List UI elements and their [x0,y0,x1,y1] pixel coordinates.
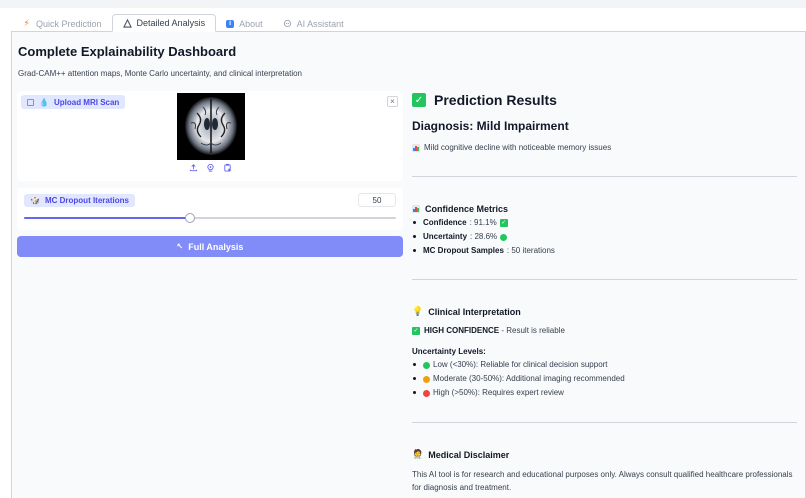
confidence-metrics-heading: Confidence Metrics [412,204,508,214]
divider [412,176,797,177]
full-analysis-label: Full Analysis [188,241,244,252]
yellow-circle-icon [423,375,430,383]
tab-label: AI Assistant [296,18,344,29]
tab-label: Detailed Analysis [136,18,206,28]
metric-key: MC Dropout Samples [423,246,504,255]
dice-icon: 🎲 [30,196,40,205]
iterations-slider-track[interactable] [24,213,396,223]
bar-chart-icon [412,205,420,213]
level-text: Moderate (30-50%): Additional imaging re… [433,374,625,383]
list-item: Confidence: 91.1% ✓ [412,216,555,230]
diagnosis-description-text: Mild cognitive decline with noticeable m… [424,143,612,152]
clinical-title: Clinical Interpretation [428,306,521,317]
red-circle-icon [423,389,430,397]
level-text: High (>50%): Requires expert review [433,388,564,397]
clinical-interpretation-heading: 💡 Clinical Interpretation [412,306,521,317]
high-confidence-key: HIGH CONFIDENCE [424,326,500,335]
diagnosis-heading: Diagnosis: Mild Impairment [412,119,569,133]
upload-icon[interactable] [189,163,198,172]
results-title: ✓ Prediction Results [412,92,557,108]
tab-ai-assistant[interactable]: AI Assistant [273,15,354,32]
list-item: High (>50%): Requires expert review [412,386,625,400]
mc-dropout-slider-block: 🎲 MC Dropout Iterations 50 [17,188,403,230]
upload-label: 💧 Upload MRI Scan [21,95,126,109]
metrics-list: Confidence: 91.1% ✓ Uncertainty: 28.6% M… [412,216,555,258]
check-icon: ✓ [499,219,508,227]
doctor-icon: 🧑‍⚕️ [412,449,424,459]
tab-label: Quick Prediction [36,18,102,29]
webcam-icon[interactable] [206,163,215,172]
slider-label: 🎲 MC Dropout Iterations [24,194,135,207]
tab-quick-prediction[interactable]: ⚡ Quick Prediction [12,15,112,32]
level-text: Low (<30%): Reliable for clinical decisi… [433,360,608,369]
image-icon [27,98,34,106]
green-circle-icon [423,361,430,369]
slider-fill [24,217,190,219]
bar-chart-icon [412,143,420,152]
mri-scan-image [177,93,245,160]
lightbulb-icon: 💡 [412,306,424,316]
check-icon: ✓ [412,93,426,107]
divider [412,422,797,423]
disclaimer-text: This AI tool is for research and educati… [412,470,793,492]
slider-thumb[interactable] [184,213,195,223]
list-item: Moderate (30-50%): Additional imaging re… [412,372,625,386]
tab-bar: ⚡ Quick Prediction Detailed Analysis i A… [12,14,354,32]
list-item: Uncertainty: 28.6% [412,230,555,244]
metric-value: : 28.6% [470,232,498,241]
bot-icon [283,19,292,28]
upload-label-text: Upload MRI Scan [53,97,120,107]
full-analysis-button[interactable]: ↖ Full Analysis [17,236,403,257]
list-item: Low (<30%): Reliable for clinical decisi… [412,358,625,372]
metric-value: : 50 iterations [506,246,555,255]
tab-about[interactable]: i About [216,15,273,32]
tab-detailed-analysis[interactable]: Detailed Analysis [111,14,217,32]
green-circle-icon [500,233,508,241]
diagnosis-description: Mild cognitive decline with noticeable m… [412,143,611,152]
confidence-metrics-title: Confidence Metrics [425,204,509,214]
results-title-text: Prediction Results [434,92,557,108]
drop-icon: 💧 [39,97,49,107]
uncertainty-levels-heading: Uncertainty Levels: [412,347,486,356]
high-confidence-text: - Result is reliable [499,326,565,335]
check-icon: ✓ [412,326,420,335]
page-subtitle: Grad-CAM++ attention maps, Monte Carlo u… [18,69,302,78]
list-item: MC Dropout Samples: 50 iterations [412,244,555,258]
medical-disclaimer-heading: 🧑‍⚕️ Medical Disclaimer [412,449,509,460]
info-icon: i [226,19,235,28]
uncertainty-levels-title: Uncertainty Levels: [412,347,486,356]
page-title: Complete Explainability Dashboard [18,44,237,59]
disclaimer-title: Medical Disclaimer [428,449,510,460]
metric-key: Confidence [423,218,467,227]
clear-image-button[interactable]: × [387,96,398,107]
top-strip [0,0,806,8]
slider-label-text: MC Dropout Iterations [44,196,129,205]
metric-value: : 91.1% [469,218,497,227]
iterations-number-input[interactable]: 50 [358,193,396,207]
upload-actions [189,163,232,172]
uncertainty-levels-list: Low (<30%): Reliable for clinical decisi… [412,358,625,400]
tab-label: About [239,18,263,29]
mri-upload-area[interactable]: 💧 Upload MRI Scan × [17,91,403,181]
divider [412,279,797,280]
bolt-icon: ⚡ [23,18,30,28]
triangle-icon [122,18,132,28]
cursor-icon: ↖ [176,242,184,251]
metric-key: Uncertainty [423,232,468,241]
high-confidence-line: ✓ HIGH CONFIDENCE - Result is reliable [412,326,565,335]
clipboard-icon[interactable] [223,163,232,172]
